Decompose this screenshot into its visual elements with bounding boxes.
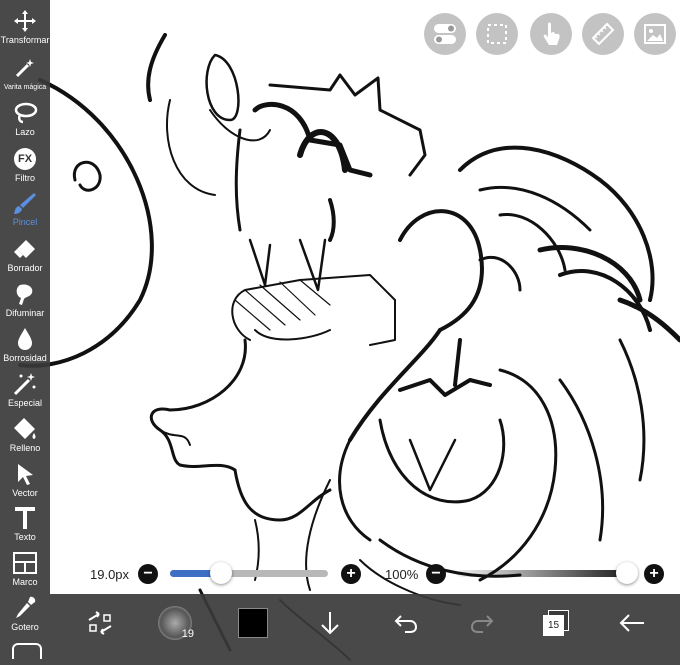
ruler-icon <box>591 22 615 46</box>
brush-icon <box>10 190 40 216</box>
brush-size-thumb[interactable] <box>210 562 232 584</box>
drawing-canvas[interactable] <box>0 0 680 665</box>
tool-label: Texto <box>14 532 36 542</box>
fx-icon: FX <box>10 146 40 172</box>
tool-transform[interactable]: Transformar <box>0 8 50 52</box>
opacity-value: 100% <box>385 567 419 582</box>
tool-vector[interactable]: Vector <box>0 461 50 505</box>
tool-label: Difuminar <box>5 308 45 318</box>
ruler-button[interactable] <box>582 13 624 55</box>
frame-icon <box>10 550 40 576</box>
tool-lasso[interactable]: Lazo <box>0 100 50 144</box>
image-button[interactable] <box>634 13 676 55</box>
image-icon <box>644 24 666 44</box>
tool-label: Vector <box>12 488 38 498</box>
special-wand-icon <box>10 371 40 397</box>
vector-cursor-icon <box>10 461 40 487</box>
undo-icon <box>394 615 418 633</box>
gesture-button[interactable] <box>530 13 572 55</box>
lasso-icon <box>10 100 40 126</box>
brush-preview-button[interactable]: 19 <box>155 594 195 652</box>
tool-label: Lazo <box>15 127 35 137</box>
selection-button[interactable] <box>476 13 518 55</box>
tool-eraser[interactable]: Borrador <box>0 236 50 280</box>
tool-label: Pincel <box>12 217 38 227</box>
undo-button[interactable] <box>388 594 424 652</box>
tool-label: Especial <box>7 398 43 408</box>
tool-fill[interactable]: Relleno <box>0 416 50 460</box>
move-arrows-icon <box>10 8 40 34</box>
brush-size-increase-button[interactable]: + <box>341 564 361 584</box>
color-swatch <box>238 608 268 638</box>
tool-magic-wand[interactable]: Varita mágica <box>0 55 50 99</box>
tool-smudge[interactable]: Difuminar <box>0 281 50 325</box>
arrow-down-icon <box>321 612 339 635</box>
bottom-toolbar: 19 15 <box>50 594 680 665</box>
opacity-slider[interactable] <box>457 570 637 577</box>
smudge-icon <box>10 281 40 307</box>
tool-filter[interactable]: FX Filtro <box>0 146 50 190</box>
tool-label: Varita mágica <box>3 84 47 91</box>
tool-label: Borrosidad <box>3 353 47 363</box>
tool-sidebar: Transformar Varita mágica Lazo FX Filtro… <box>0 0 50 665</box>
tool-text[interactable]: Texto <box>0 505 50 549</box>
brush-size-decrease-button[interactable]: − <box>138 564 158 584</box>
tool-brush[interactable]: Pincel <box>0 190 50 234</box>
tool-label: Gotero <box>11 622 39 632</box>
eraser-icon <box>10 236 40 262</box>
color-swatch-button[interactable] <box>235 594 271 652</box>
toggle-button[interactable] <box>424 13 466 55</box>
download-button[interactable] <box>312 594 348 652</box>
layers-button[interactable]: 15 <box>538 594 574 652</box>
redo-button[interactable] <box>464 594 500 652</box>
redo-icon <box>470 615 494 633</box>
blur-drop-icon <box>10 326 40 352</box>
magic-wand-icon <box>10 55 40 81</box>
eyedropper-icon <box>10 595 40 621</box>
tool-special[interactable]: Especial <box>0 371 50 415</box>
layer-count: 15 <box>543 615 564 636</box>
tool-label: Relleno <box>9 443 41 453</box>
tool-label: Filtro <box>15 173 35 183</box>
toggle-icon <box>434 24 456 44</box>
tool-frame[interactable]: Marco <box>0 550 50 594</box>
brush-size-value: 19.0px <box>90 567 130 582</box>
opacity-increase-button[interactable]: + <box>644 564 664 584</box>
fill-bucket-icon <box>10 416 40 442</box>
quick-menu-button[interactable] <box>80 594 120 652</box>
opacity-thumb[interactable] <box>616 562 638 584</box>
tool-label: Borrador <box>7 263 43 273</box>
selection-icon <box>487 24 507 44</box>
text-icon <box>10 505 40 531</box>
gesture-icon <box>543 22 560 45</box>
tool-eyedropper[interactable]: Gotero <box>0 595 50 639</box>
tool-label: Transformar <box>0 35 50 45</box>
rotate-arrows-icon <box>88 611 112 635</box>
tool-label: Marco <box>12 577 38 587</box>
layers-icon: 15 <box>543 610 569 636</box>
back-button[interactable] <box>614 594 650 652</box>
brush-preview-number: 19 <box>181 628 194 640</box>
brush-size-fill <box>170 570 215 577</box>
tool-blur[interactable]: Borrosidad <box>0 326 50 370</box>
arrow-left-icon <box>619 614 644 632</box>
opacity-decrease-button[interactable]: − <box>426 564 446 584</box>
more-tools-icon[interactable] <box>12 643 42 659</box>
